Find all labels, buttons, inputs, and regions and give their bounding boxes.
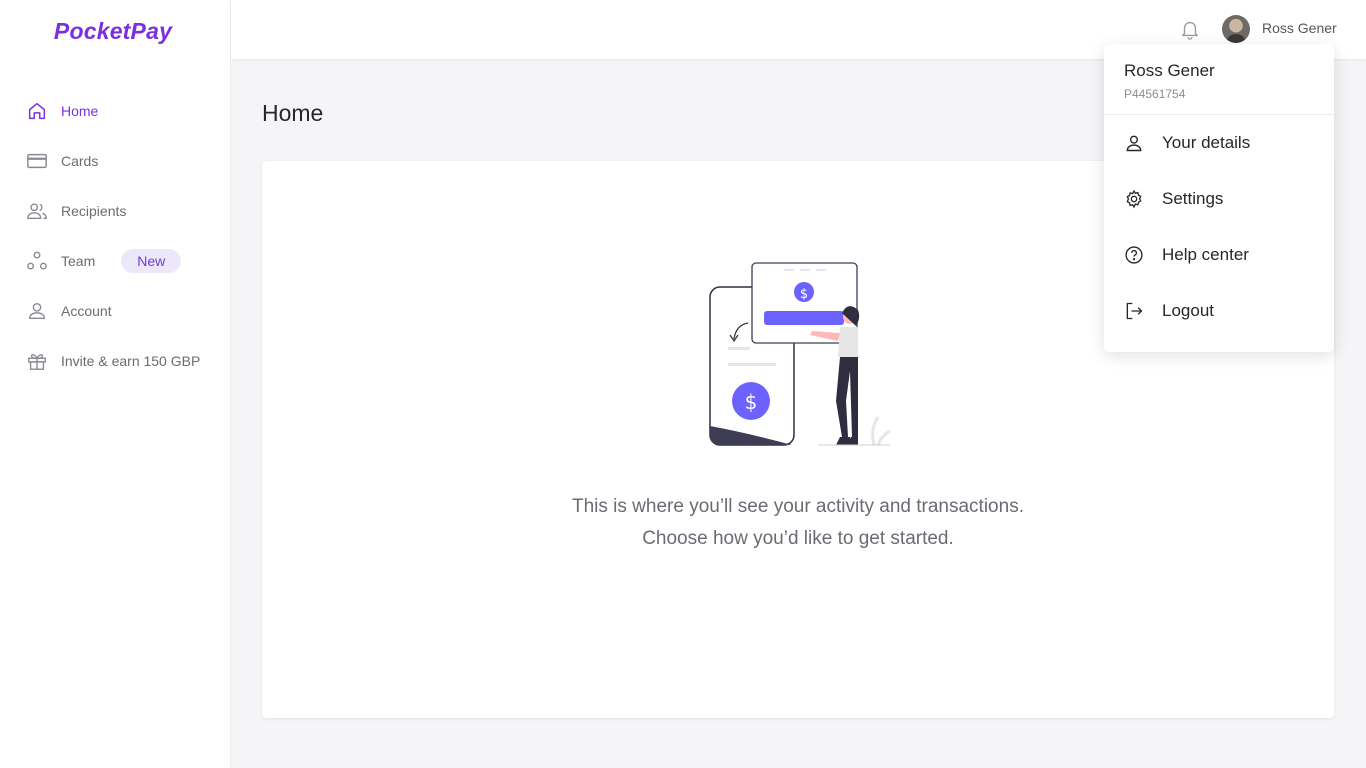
menu-item-label: Settings — [1162, 189, 1224, 208]
sidebar-item-label: Account — [61, 303, 112, 319]
logout-icon — [1124, 301, 1144, 321]
sidebar-item-home[interactable]: Home — [26, 86, 200, 136]
sidebar-item-label: Team — [61, 253, 96, 269]
menu-item-settings[interactable]: Settings — [1104, 171, 1334, 227]
new-badge: New — [121, 249, 182, 273]
user-menu-header: Ross Gener P44561754 — [1104, 44, 1334, 115]
user-menu-name: Ross Gener — [1124, 61, 1215, 80]
card-icon — [26, 150, 48, 172]
help-icon — [1124, 245, 1144, 265]
page-title: Home — [262, 100, 324, 126]
sidebar-item-label: Home — [61, 103, 99, 119]
team-icon — [26, 250, 48, 272]
menu-item-your-details[interactable]: Your details — [1104, 115, 1334, 171]
user-menu-dropdown: Ross Gener P44561754 Your details Settin… — [1104, 44, 1334, 352]
menu-item-label: Logout — [1162, 301, 1214, 320]
empty-state-message: This is where you’ll see your activity a… — [262, 491, 1334, 555]
sidebar-item-cards[interactable]: Cards — [26, 136, 200, 186]
sidebar-item-label: Cards — [61, 153, 99, 169]
user-menu-id: P44561754 — [1124, 87, 1186, 101]
bell-icon[interactable] — [1179, 17, 1201, 41]
menu-item-label: Help center — [1162, 245, 1249, 264]
sidebar-item-team[interactable]: Team New — [26, 236, 200, 286]
sidebar-item-account[interactable]: Account — [26, 286, 200, 336]
menu-item-help-center[interactable]: Help center — [1104, 227, 1334, 283]
svg-text:$: $ — [800, 287, 808, 302]
gift-icon — [26, 350, 48, 372]
sidebar-item-recipients[interactable]: Recipients — [26, 186, 200, 236]
home-icon — [26, 100, 48, 122]
gear-icon — [1124, 189, 1144, 209]
brand-logo[interactable]: PocketPay — [0, 18, 231, 45]
sidebar-item-label: Recipients — [61, 203, 127, 219]
menu-item-logout[interactable]: Logout — [1104, 283, 1334, 339]
recipients-icon — [26, 200, 48, 222]
empty-state-illustration: $ $ — [709, 262, 890, 446]
user-name[interactable]: Ross Gener — [1262, 20, 1337, 36]
svg-text:$: $ — [745, 390, 758, 414]
menu-item-label: Your details — [1162, 133, 1251, 152]
user-icon — [1124, 133, 1144, 153]
sidebar-nav: Home Cards Recipients Team New Account I… — [26, 86, 200, 386]
empty-state-line-2: Choose how you’d like to get started. — [642, 528, 954, 549]
account-icon — [26, 300, 48, 322]
sidebar: PocketPay Home Cards Recipients Team New — [0, 0, 231, 768]
sidebar-item-label: Invite & earn 150 GBP — [61, 353, 201, 369]
avatar[interactable] — [1222, 15, 1250, 43]
empty-state-line-1: This is where you’ll see your activity a… — [572, 496, 1024, 517]
sidebar-item-invite[interactable]: Invite & earn 150 GBP — [26, 336, 200, 386]
